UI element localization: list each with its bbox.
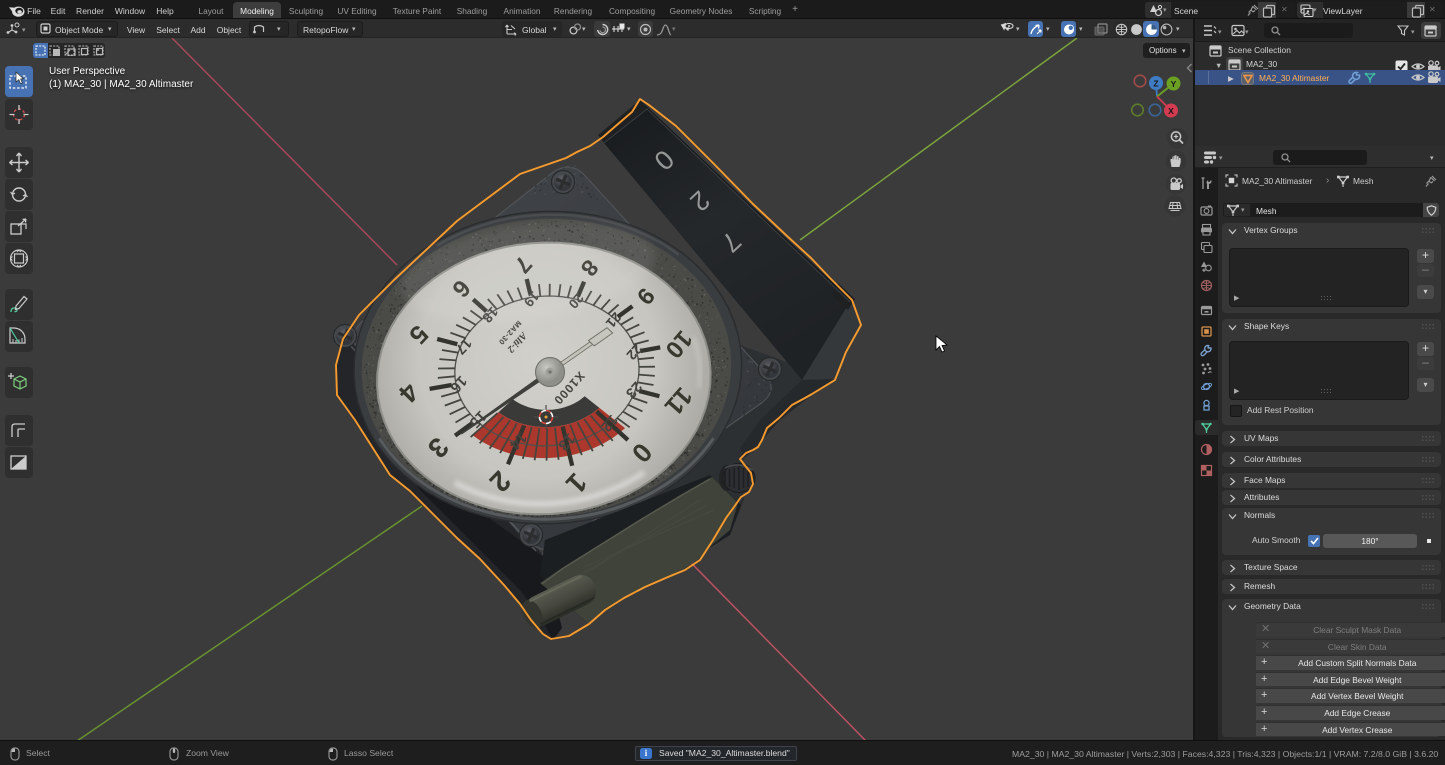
svg-text:Y: Y xyxy=(1171,79,1177,89)
svg-text:X: X xyxy=(1168,106,1174,116)
svg-text:Z: Z xyxy=(1153,79,1158,89)
